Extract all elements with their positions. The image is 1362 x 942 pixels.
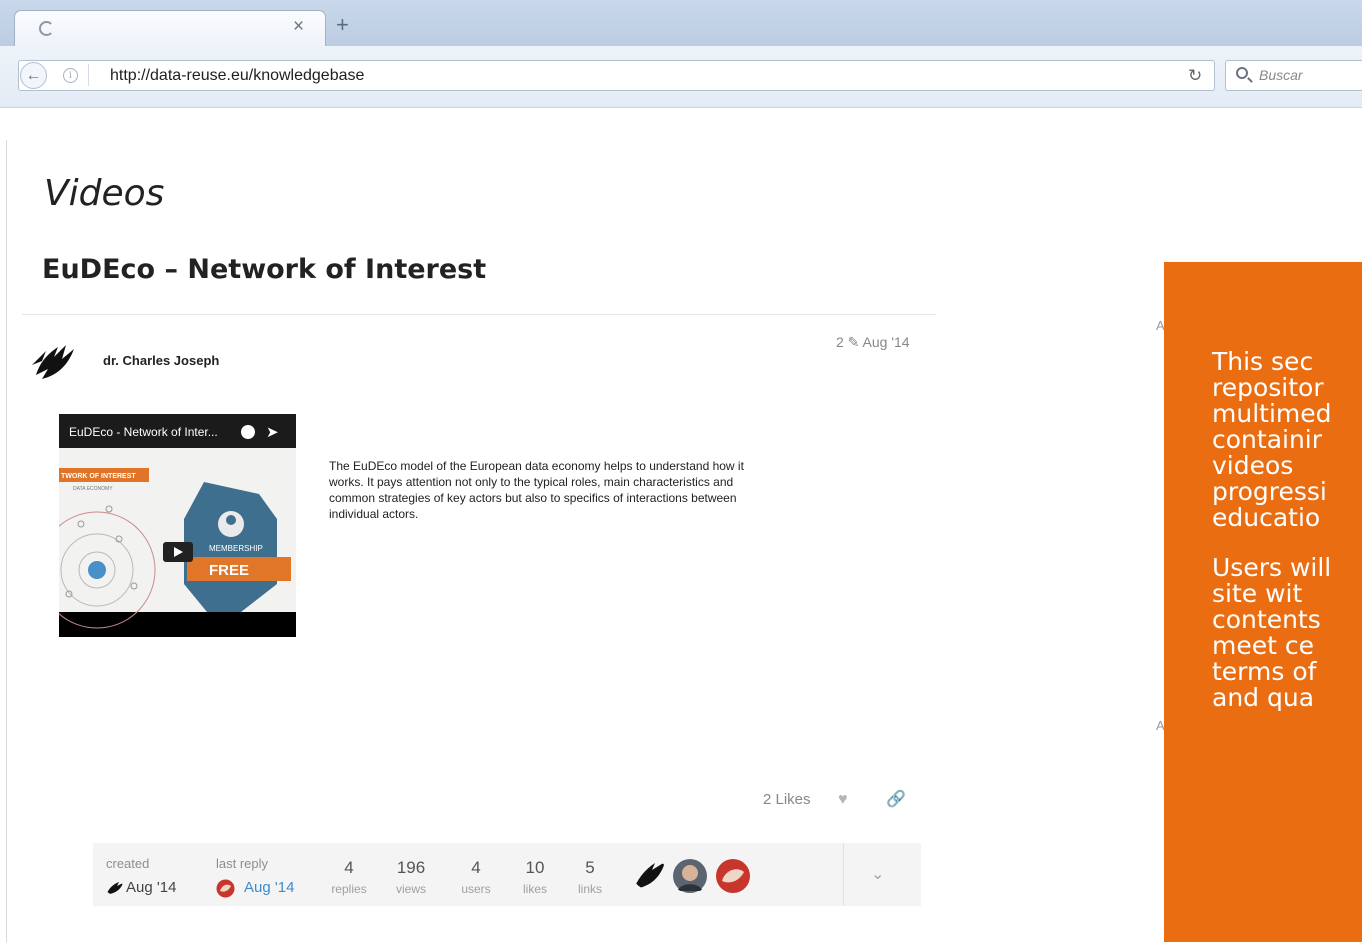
created-date[interactable]: Aug '14: [126, 879, 176, 896]
chevron-down-icon[interactable]: ⌄: [871, 864, 884, 884]
author-name[interactable]: dr. Charles Joseph: [103, 353, 219, 368]
participant-avatar-1[interactable]: [633, 860, 669, 890]
replies-count: 4: [344, 858, 354, 877]
likes-count[interactable]: 2 Likes: [763, 791, 811, 808]
close-tab-icon[interactable]: ×: [293, 16, 304, 38]
replies-label: replies: [331, 882, 367, 896]
back-arrow-icon[interactable]: ←: [20, 62, 47, 89]
text-line: videos: [1212, 451, 1294, 480]
text-line: contents: [1212, 605, 1321, 634]
topic-title[interactable]: EuDEco – Network of Interest: [42, 254, 486, 285]
likes-stat-label: likes: [522, 882, 547, 896]
text-line: multimed: [1212, 399, 1332, 428]
video-badge-bottom: FREE: [209, 562, 249, 579]
created-label: created: [106, 856, 150, 871]
video-banner-sub: DATA ECONOMY: [73, 486, 113, 492]
likes-stat-count: 10: [525, 858, 545, 877]
last-reply-date[interactable]: Aug '14: [244, 879, 294, 896]
new-tab-icon[interactable]: +: [336, 14, 349, 36]
users-count: 4: [471, 858, 481, 877]
views-count: 196: [396, 858, 426, 877]
topic-stats-bar: [93, 843, 921, 906]
author-avatar[interactable]: [28, 335, 78, 385]
tab-strip: × +: [0, 0, 1362, 46]
participant-avatar-2[interactable]: [672, 858, 708, 894]
participant-avatar-3[interactable]: [715, 858, 751, 894]
stats-separator: [843, 843, 844, 906]
text-line: terms of: [1212, 657, 1317, 686]
page-edge-divider: [6, 140, 7, 942]
video-banner: TWORK OF INTEREST: [61, 473, 136, 480]
links-label: links: [577, 882, 602, 896]
post-body: The EuDEco model of the European data ec…: [329, 459, 744, 521]
post-date[interactable]: 2 ✎ Aug '14: [836, 334, 910, 351]
site-info-icon[interactable]: i: [63, 68, 78, 83]
watch-later-icon[interactable]: [241, 425, 255, 439]
url-text[interactable]: http://data-reuse.eu/knowledgebase: [110, 67, 364, 85]
last-reply-avatar: [216, 879, 235, 898]
video-title[interactable]: EuDEco - Network of Inter...: [69, 425, 218, 439]
created-avatar: [107, 882, 123, 894]
text-line: educatio: [1212, 503, 1321, 532]
links-count: 5: [585, 858, 595, 877]
info-paragraph-2: Users will site wit contents meet ce ter…: [1212, 555, 1362, 711]
text-line: site wit: [1212, 579, 1303, 608]
heart-icon[interactable]: ♥: [838, 791, 848, 809]
video-thumbnail[interactable]: TWORK OF INTEREST DATA ECONOMY MEMBERSHI…: [59, 414, 296, 637]
video-frame-art: TWORK OF INTEREST DATA ECONOMY MEMBERSHI…: [59, 414, 296, 637]
page-title: Videos: [44, 173, 165, 214]
search-icon: [1236, 67, 1248, 79]
loading-icon: [39, 21, 54, 36]
info-paragraph-1: This sec repositor multimed containir vi…: [1212, 349, 1362, 531]
title-divider: [22, 314, 936, 315]
text-line: Users will: [1212, 553, 1332, 582]
browser-tab[interactable]: ×: [14, 10, 326, 46]
link-icon[interactable]: 🔗: [886, 789, 906, 809]
search-placeholder: Buscar: [1259, 67, 1303, 83]
info-panel-text: This sec repositor multimed containir vi…: [1212, 349, 1362, 711]
text-line: repositor: [1212, 373, 1324, 402]
text-line: meet ce: [1212, 631, 1314, 660]
text-line: progressi: [1212, 477, 1327, 506]
views-label: views: [395, 882, 426, 896]
text-line: containir: [1212, 425, 1323, 454]
text-line: and qua: [1212, 683, 1315, 712]
reload-icon[interactable]: ↻: [1188, 66, 1202, 86]
share-icon[interactable]: ➤: [266, 423, 279, 441]
last-reply-label: last reply: [216, 856, 269, 871]
url-separator: [88, 64, 89, 86]
navigation-toolbar: ← i http://data-reuse.eu/knowledgebase ↻…: [0, 46, 1362, 108]
text-line: This sec: [1212, 347, 1314, 376]
video-badge-top: MEMBERSHIP: [209, 544, 263, 553]
users-label: users: [461, 882, 491, 896]
